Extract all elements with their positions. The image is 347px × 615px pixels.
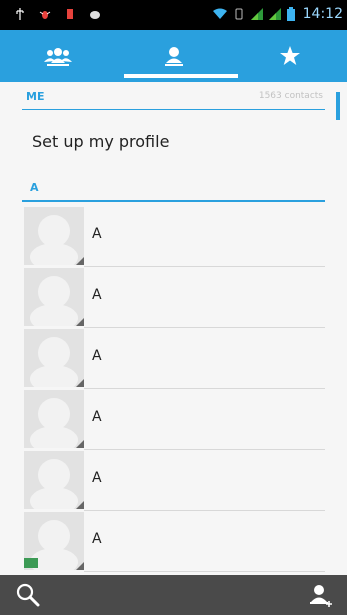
tab-groups[interactable] — [0, 30, 115, 82]
contact-name: A — [92, 287, 102, 303]
signal-icon — [250, 8, 263, 20]
contact-name: A — [92, 470, 102, 486]
clock: 14:12 — [302, 6, 343, 22]
add-contact-icon[interactable] — [309, 583, 333, 607]
selected-tab-indicator — [124, 74, 238, 78]
avatar[interactable] — [24, 329, 84, 387]
list-item[interactable]: A — [22, 450, 325, 511]
me-section-header: ME 1563 contacts — [22, 88, 325, 110]
list-item[interactable]: A — [22, 328, 325, 389]
signal-icon-2 — [268, 8, 281, 20]
default-avatar-icon — [24, 329, 84, 387]
a-section-label: A — [30, 181, 39, 194]
avatar[interactable] — [24, 207, 84, 265]
contact-name: A — [92, 348, 102, 364]
divider — [84, 571, 325, 572]
person-icon — [164, 47, 183, 66]
wifi-icon — [212, 8, 227, 19]
contact-name: A — [92, 531, 102, 547]
list-item[interactable]: A — [22, 206, 325, 267]
quick-contact-badge — [24, 558, 38, 568]
default-avatar-icon — [24, 207, 84, 265]
tab-bar — [0, 30, 347, 82]
default-avatar-icon — [24, 390, 84, 448]
bug-icon — [39, 11, 51, 19]
profile-label: Set up my profile — [32, 132, 170, 151]
battery-icon — [286, 7, 295, 21]
list-item[interactable]: A — [22, 511, 325, 572]
vibrate-icon — [235, 8, 243, 20]
usb-icon — [16, 8, 24, 20]
group-icon — [43, 48, 72, 66]
contact-list: A A A A A A — [22, 206, 325, 572]
bottom-action-bar — [0, 575, 347, 615]
list-item[interactable]: A — [22, 267, 325, 328]
avatar[interactable] — [24, 268, 84, 326]
list-item[interactable]: A — [22, 389, 325, 450]
tab-favorites[interactable] — [232, 30, 347, 82]
set-up-profile-row[interactable]: Set up my profile — [22, 112, 325, 172]
a-section-header: A — [22, 178, 325, 202]
android-icon — [90, 11, 100, 19]
status-bar: 14:12 — [0, 0, 347, 30]
avatar[interactable] — [24, 390, 84, 448]
sim-icon — [67, 9, 73, 19]
scrollbar-thumb[interactable] — [336, 92, 340, 120]
me-label: ME — [26, 90, 45, 103]
default-avatar-icon — [24, 451, 84, 509]
default-avatar-icon — [24, 268, 84, 326]
contact-name: A — [92, 409, 102, 425]
contact-name: A — [92, 226, 102, 242]
search-icon[interactable] — [16, 583, 40, 607]
star-icon — [279, 46, 300, 65]
avatar[interactable] — [24, 451, 84, 509]
contact-count: 1563 contacts — [258, 91, 323, 101]
contacts-screen: 14:12 ME 1563 contacts Set up my profile… — [0, 0, 347, 615]
